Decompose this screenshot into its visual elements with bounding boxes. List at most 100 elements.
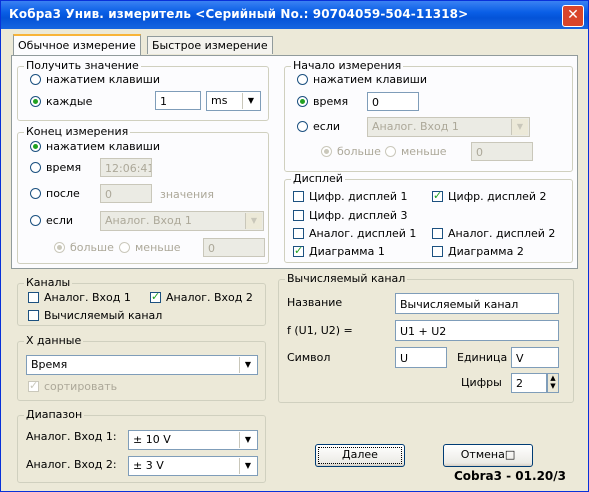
radio-icon[interactable] [297, 121, 308, 132]
end-by-key-radio[interactable]: нажатием клавиши [30, 140, 160, 154]
range-legend: Диапазон [24, 408, 85, 421]
interval-input[interactable]: 1 [155, 91, 201, 110]
channel-in2-checkbox[interactable]: Аналог. Вход 2 [150, 290, 253, 305]
calc-name-input[interactable]: Вычисляемый канал [395, 293, 559, 314]
display-legend: Дисплей [291, 172, 345, 185]
calc-formula-input[interactable]: U1 + U2 [395, 320, 559, 341]
radio-icon[interactable] [30, 96, 41, 107]
tab-panel: Получить значение нажатием клавиши кажды… [11, 55, 578, 269]
end-time-input[interactable]: 12:06:41 [100, 158, 152, 177]
radio-icon[interactable] [30, 215, 41, 226]
channel-calc-checkbox[interactable]: Вычисляемый канал [28, 309, 162, 323]
end-after-input[interactable]: 0 [100, 184, 152, 203]
checkbox-icon[interactable] [150, 290, 161, 304]
xdata-group: X данные Время▼ сортировать [17, 334, 266, 401]
chevron-down-icon[interactable]: ▼ [511, 119, 528, 135]
checkbox-icon[interactable] [293, 210, 304, 221]
end-threshold-input[interactable]: 0 [203, 238, 265, 257]
main-window: Кобра3 Унив. измеритель <Серийный No.: 9… [0, 0, 589, 492]
calc-digits-label: Цифры [461, 376, 502, 389]
start-by-key-radio[interactable]: нажатием клавиши [297, 73, 427, 87]
checkbox-icon[interactable] [293, 228, 304, 239]
channels-legend: Каналы [24, 276, 73, 289]
checkbox-icon[interactable] [28, 310, 39, 321]
interval-unit-select[interactable]: ms ▼ [206, 91, 261, 111]
checkbox-icon[interactable] [293, 191, 304, 202]
radio-icon[interactable] [30, 188, 41, 199]
end-measure-legend: Конец измерения [24, 125, 131, 138]
digital-display-3-checkbox[interactable]: Цифр. дисплей 3 [293, 209, 408, 223]
digits-spinner[interactable]: ▲ ▼ [547, 373, 559, 393]
checkbox-icon[interactable] [28, 379, 39, 393]
analog-display-1-checkbox[interactable]: Аналог. дисплей 1 [293, 227, 416, 241]
radio-icon[interactable] [30, 74, 41, 85]
radio-icon[interactable] [119, 242, 130, 253]
channel-in1-checkbox[interactable]: Аналог. Вход 1 [28, 291, 131, 305]
next-button[interactable]: Далее [315, 444, 405, 467]
end-greater-radio[interactable]: больше [54, 241, 114, 255]
end-measure-group: Конец измерения нажатием клавиши время 1… [17, 125, 269, 264]
start-time-radio[interactable]: время [297, 95, 348, 109]
get-value-legend: Получить значение [24, 59, 141, 72]
digital-display-2-checkbox[interactable]: Цифр. дисплей 2 [432, 189, 547, 204]
tab-fast-measure[interactable]: Быстрое измерение [147, 36, 273, 54]
close-button[interactable]: ✕ [562, 5, 584, 27]
start-threshold-input[interactable]: 0 [471, 142, 533, 161]
radio-icon[interactable] [30, 141, 41, 152]
end-after-suffix: значения [160, 188, 215, 201]
chevron-down-icon[interactable]: ▼ [239, 458, 256, 474]
get-value-group: Получить значение нажатием клавиши кажды… [17, 59, 269, 121]
calc-channel-legend: Вычисляемый канал [285, 272, 408, 285]
radio-icon[interactable] [54, 242, 65, 253]
calc-unit-input[interactable]: V [511, 347, 559, 368]
start-if-radio[interactable]: если [297, 120, 340, 134]
start-if-source-select[interactable]: Аналог. Вход 1 ▼ [367, 117, 530, 137]
display-group: Дисплей Цифр. дисплей 1 Цифр. дисплей 2 … [284, 172, 573, 263]
end-time-radio[interactable]: время [30, 161, 81, 175]
start-less-radio[interactable]: меньше [385, 145, 447, 159]
chevron-down-icon[interactable]: ▼ [239, 357, 256, 373]
chevron-down-icon[interactable]: ▼ [245, 213, 262, 229]
checkbox-icon[interactable] [432, 189, 443, 203]
chevron-down-icon[interactable]: ▼ [239, 432, 256, 448]
get-value-by-key-radio[interactable]: нажатием клавиши [30, 73, 160, 87]
range-group: Диапазон Аналог. Вход 1: ± 10 V ▼ Аналог.… [17, 408, 266, 483]
calc-symbol-input[interactable]: U [395, 347, 447, 368]
checkbox-icon[interactable] [293, 244, 304, 258]
chevron-down-icon[interactable]: ▼ [242, 93, 259, 109]
calc-symbol-label: Символ [287, 351, 331, 364]
get-value-every-radio[interactable]: каждые [30, 95, 92, 109]
version-label: Cobra3 - 01.20/3 [453, 469, 566, 483]
end-less-radio[interactable]: меньше [119, 241, 181, 255]
diagram-2-checkbox[interactable]: Диаграмма 2 [432, 245, 524, 259]
start-measure-legend: Начало измерения [291, 59, 404, 72]
xdata-select[interactable]: Время ▼ [26, 355, 258, 375]
range-in2-select[interactable]: ± 3 V ▼ [128, 456, 258, 476]
checkbox-icon[interactable] [432, 228, 443, 239]
start-time-input[interactable]: 0 [367, 92, 419, 111]
calc-digits-input[interactable]: 2 [511, 373, 547, 393]
sort-checkbox[interactable]: сортировать [28, 379, 117, 394]
diagram-1-checkbox[interactable]: Диаграмма 1 [293, 244, 385, 259]
calc-unit-label: Единица [457, 351, 508, 364]
end-if-radio[interactable]: если [30, 214, 73, 228]
analog-display-2-checkbox[interactable]: Аналог. дисплей 2 [432, 227, 555, 241]
start-measure-group: Начало измерения нажатием клавиши время … [284, 59, 573, 172]
tab-normal-measure[interactable]: Обычное измерение [13, 34, 141, 55]
cancel-button[interactable]: Отмена□ [443, 444, 533, 467]
radio-icon[interactable] [297, 96, 308, 107]
digital-display-1-checkbox[interactable]: Цифр. дисплей 1 [293, 190, 408, 204]
title-bar[interactable]: Кобра3 Унив. измеритель <Серийный No.: 9… [1, 1, 588, 29]
range-in1-select[interactable]: ± 10 V ▼ [128, 430, 258, 450]
end-if-source-select[interactable]: Аналог. Вход 1 ▼ [100, 211, 264, 231]
checkbox-icon[interactable] [28, 292, 39, 303]
start-greater-radio[interactable]: больше [321, 145, 381, 159]
checkbox-icon[interactable] [432, 246, 443, 257]
end-after-radio[interactable]: после [30, 187, 80, 201]
radio-icon[interactable] [297, 74, 308, 85]
radio-icon[interactable] [385, 146, 396, 157]
window-title: Кобра3 Унив. измеритель <Серийный No.: 9… [9, 7, 469, 21]
radio-icon[interactable] [321, 146, 332, 157]
calc-channel-group: Вычисляемый канал Название Вычисляемый к… [278, 272, 574, 403]
radio-icon[interactable] [30, 162, 41, 173]
